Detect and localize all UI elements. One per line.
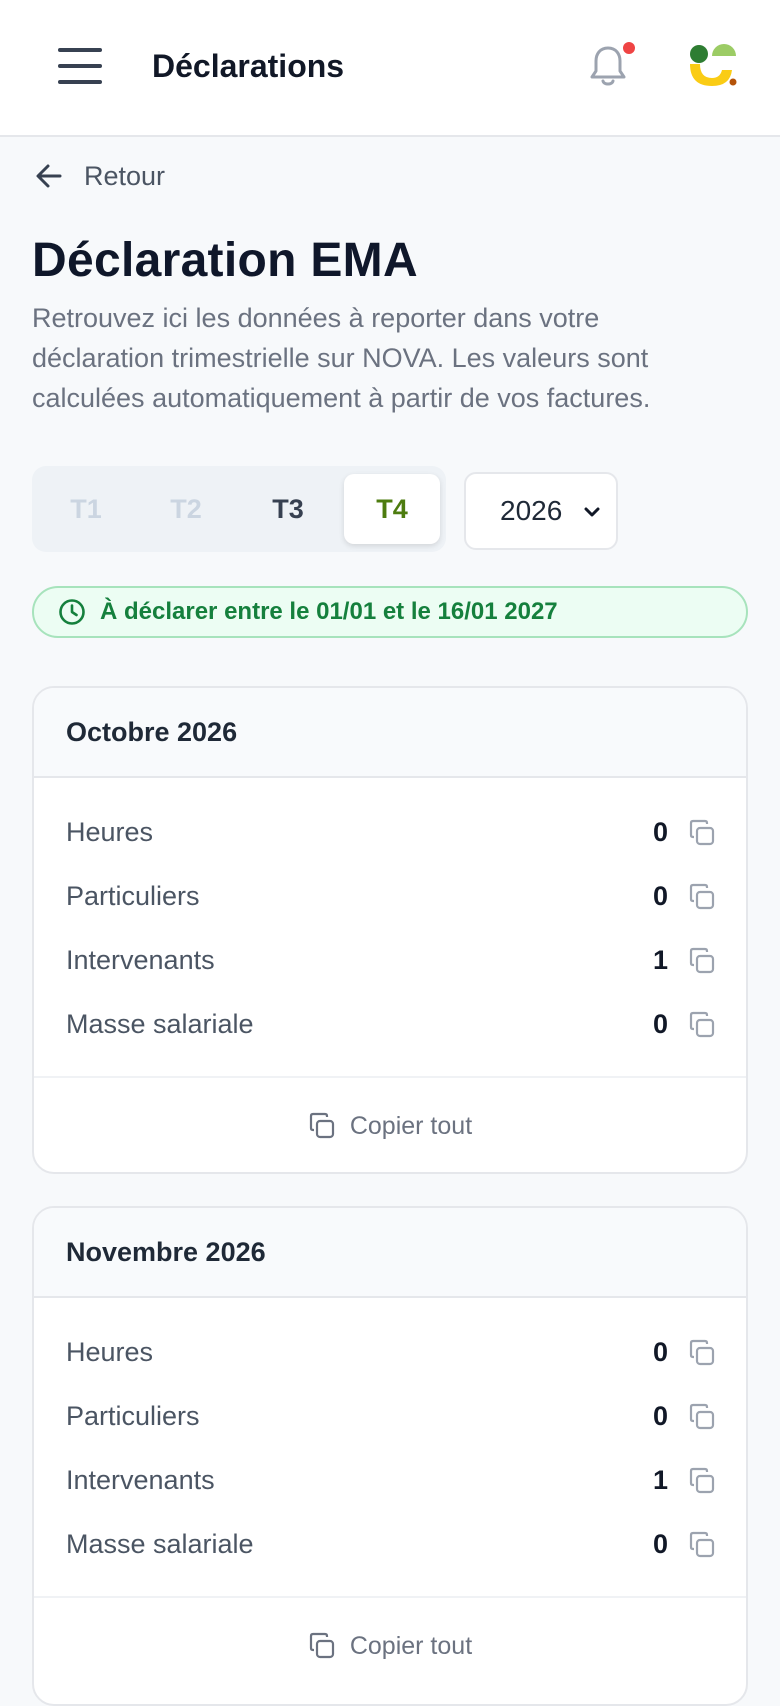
avatar[interactable]: [686, 42, 742, 92]
menu-icon[interactable]: [58, 48, 102, 88]
copy-icon[interactable]: [688, 883, 716, 911]
copy-all-label: Copier tout: [349, 1631, 473, 1660]
bell-icon[interactable]: [588, 44, 628, 90]
tab-t2[interactable]: T2: [138, 474, 234, 544]
row-value: 0: [652, 816, 668, 847]
notification-dot: [623, 42, 635, 54]
chevron-down-icon: [584, 507, 600, 517]
row-value: 0: [652, 1400, 668, 1431]
value-row-masse-salariale: Masse salariale 0: [34, 992, 746, 1056]
row-label: Particuliers: [66, 1400, 200, 1431]
value-row-particuliers: Particuliers 0: [34, 864, 746, 928]
copy-all-button[interactable]: Copier tout: [34, 1598, 746, 1694]
copy-icon[interactable]: [688, 1339, 716, 1367]
month-card-novembre: Novembre 2026 Heures 0 Particuliers 0 In…: [32, 1206, 748, 1706]
row-label: Masse salariale: [66, 1528, 254, 1559]
value-row-heures: Heures 0: [34, 800, 746, 864]
copy-all-button[interactable]: Copier tout: [34, 1078, 746, 1172]
value-row-intervenants: Intervenants 1: [34, 1448, 746, 1512]
row-value: 0: [652, 1336, 668, 1367]
copy-all-label: Copier tout: [349, 1111, 473, 1140]
row-value: 1: [652, 1464, 668, 1495]
tab-t1[interactable]: T1: [38, 474, 134, 544]
copy-icon[interactable]: [688, 1011, 716, 1039]
value-row-masse-salariale: Masse salariale 0: [34, 1512, 746, 1576]
page-header-title: Déclarations: [152, 48, 345, 84]
month-card-octobre: Octobre 2026 Heures 0 Particuliers 0 Int…: [32, 686, 748, 1174]
copy-icon: [309, 1112, 334, 1139]
page-description: Retrouvez ici les données à reporter dan…: [32, 303, 651, 413]
month-title: Octobre 2026: [66, 716, 238, 747]
tab-t4[interactable]: T4: [344, 474, 440, 544]
copy-icon[interactable]: [688, 947, 716, 975]
row-label: Intervenants: [66, 944, 215, 975]
row-label: Masse salariale: [66, 1008, 254, 1039]
row-value: 0: [652, 1008, 668, 1039]
copy-icon: [309, 1632, 334, 1659]
tab-t3[interactable]: T3: [240, 474, 336, 544]
month-values: Heures 0 Particuliers 0 Intervenants 1 M…: [34, 1298, 746, 1598]
arrow-left-icon: [36, 164, 62, 188]
top-bar: Déclarations: [0, 0, 780, 137]
back-label: Retour: [84, 160, 166, 191]
declaration-deadline-notice: À déclarer entre le 01/01 et le 16/01 20…: [32, 586, 748, 638]
row-label: Intervenants: [66, 1464, 215, 1495]
row-value: 1: [652, 944, 668, 975]
year-select-value: 2026: [500, 495, 563, 526]
row-label: Particuliers: [66, 880, 200, 911]
notice-text: À déclarer entre le 01/01 et le 16/01 20…: [100, 598, 558, 625]
value-row-heures: Heures 0: [34, 1320, 746, 1384]
row-label: Heures: [66, 816, 154, 847]
value-row-particuliers: Particuliers 0: [34, 1384, 746, 1448]
value-row-intervenants: Intervenants 1: [34, 928, 746, 992]
copy-icon[interactable]: [688, 1403, 716, 1431]
row-value: 0: [652, 880, 668, 911]
month-card-header: Novembre 2026: [34, 1208, 746, 1298]
copy-icon[interactable]: [688, 819, 716, 847]
clock-icon: [59, 599, 85, 625]
month-values: Heures 0 Particuliers 0 Intervenants 1 M…: [34, 778, 746, 1078]
copy-icon[interactable]: [688, 1531, 716, 1559]
copy-icon[interactable]: [688, 1467, 716, 1495]
row-label: Heures: [66, 1336, 154, 1367]
page-title: Déclaration EMA: [32, 234, 418, 287]
quarter-selector: T1 T2 T3 T4: [32, 466, 446, 552]
month-title: Novembre 2026: [66, 1236, 266, 1267]
back-link[interactable]: Retour: [34, 156, 165, 196]
row-value: 0: [652, 1528, 668, 1559]
year-select[interactable]: 2026: [464, 472, 618, 550]
month-card-header: Octobre 2026: [34, 688, 746, 778]
